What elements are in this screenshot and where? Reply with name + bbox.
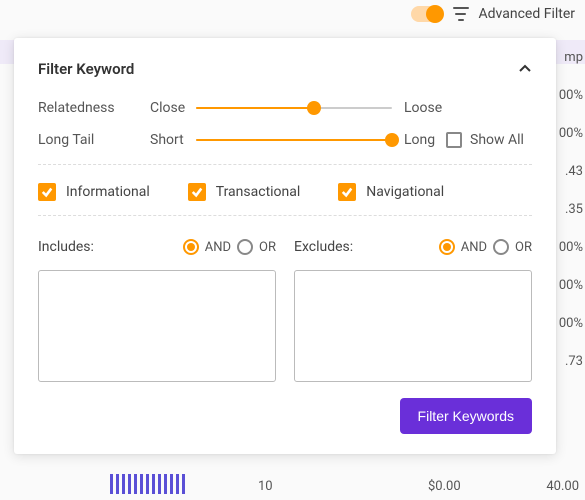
- intent-informational[interactable]: Informational: [38, 183, 150, 201]
- filter-keyword-panel: Filter Keyword Relatedness Close Loose L…: [14, 38, 556, 454]
- bg-axis-value: 40.00: [546, 479, 579, 494]
- intent-navigational[interactable]: Navigational: [338, 183, 444, 201]
- collapse-chevron-up-icon[interactable]: [518, 62, 532, 76]
- filter-keywords-button[interactable]: Filter Keywords: [400, 398, 532, 434]
- longtail-label: Long Tail: [38, 132, 150, 148]
- bg-val: 00%: [557, 316, 583, 331]
- bg-val: 00%: [557, 88, 583, 103]
- divider: [38, 164, 532, 165]
- includes-and-radio[interactable]: [183, 239, 199, 255]
- bg-val: 00%: [557, 240, 583, 255]
- includes-column: Includes: AND OR: [38, 234, 276, 382]
- relatedness-max-label: Loose: [392, 100, 446, 116]
- panel-title: Filter Keyword: [38, 60, 134, 78]
- includes-label: Includes:: [38, 239, 94, 255]
- includes-input[interactable]: [38, 270, 276, 382]
- bg-val: .73: [557, 354, 583, 369]
- bg-axis-value: 10: [258, 479, 273, 494]
- bg-axis-value: $0.00: [428, 479, 461, 494]
- excludes-and-radio[interactable]: [439, 239, 455, 255]
- longtail-row: Long Tail Short Long Show All: [38, 132, 532, 148]
- includes-and-label: AND: [205, 240, 231, 255]
- advanced-filter-label: Advanced Filter: [479, 6, 575, 22]
- checkbox-checked-icon: [188, 183, 206, 201]
- bg-val: .35: [557, 202, 583, 217]
- excludes-column: Excludes: AND OR: [294, 234, 532, 382]
- relatedness-slider[interactable]: [196, 101, 392, 115]
- bg-val: mp: [557, 50, 583, 65]
- topbar: Advanced Filter: [411, 6, 575, 22]
- divider: [38, 215, 532, 216]
- intent-label: Informational: [66, 184, 150, 200]
- filter-icon[interactable]: [453, 7, 469, 21]
- background-right-column: mp 00% 00% .43 .35 00% 00% 00% .73: [557, 50, 583, 392]
- intent-transactional[interactable]: Transactional: [188, 183, 301, 201]
- excludes-label: Excludes:: [294, 239, 353, 255]
- checkbox-checked-icon: [38, 183, 56, 201]
- excludes-or-label: OR: [515, 240, 532, 255]
- includes-or-radio[interactable]: [237, 239, 253, 255]
- intent-label: Transactional: [216, 184, 301, 200]
- longtail-slider[interactable]: [196, 133, 392, 147]
- relatedness-row: Relatedness Close Loose: [38, 100, 532, 116]
- checkbox-checked-icon: [338, 183, 356, 201]
- intent-label: Navigational: [366, 184, 444, 200]
- excludes-or-radio[interactable]: [493, 239, 509, 255]
- bg-val: 00%: [557, 126, 583, 141]
- relatedness-min-label: Close: [150, 100, 196, 116]
- longtail-min-label: Short: [150, 132, 196, 148]
- include-exclude-row: Includes: AND OR Excludes: AND OR: [38, 234, 532, 382]
- bg-val: 00%: [557, 278, 583, 293]
- advanced-filter-toggle[interactable]: [411, 6, 443, 22]
- excludes-and-label: AND: [461, 240, 487, 255]
- show-all-label: Show All: [470, 132, 524, 148]
- bg-val: .43: [557, 164, 583, 179]
- includes-or-label: OR: [259, 240, 276, 255]
- excludes-input[interactable]: [294, 270, 532, 382]
- longtail-max-label: Long: [392, 132, 446, 148]
- show-all-checkbox[interactable]: [446, 132, 462, 148]
- background-bar-chart: [110, 474, 185, 494]
- relatedness-label: Relatedness: [38, 100, 150, 116]
- intent-row: Informational Transactional Navigational: [38, 183, 532, 201]
